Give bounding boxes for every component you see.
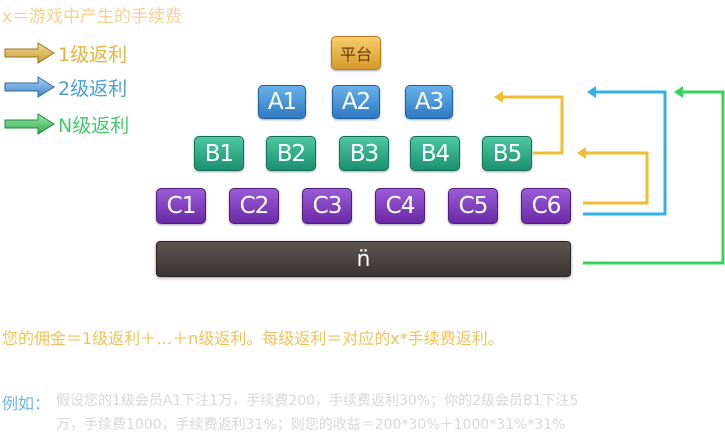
example-text-line1: 假设您的1级会员A1下注1万，手续费200，手续费返利30%；你的2级会员B1下… xyxy=(56,393,579,409)
rebate-connectors xyxy=(494,86,725,265)
commission-formula: 您的佣金＝1级返利＋…＋n级返利。每级返利＝对应的x*手续费返利。 xyxy=(2,329,504,348)
level-n-arrowhead xyxy=(674,86,683,98)
level-n-connector-n-a xyxy=(583,90,725,265)
level1-connector-c6-b xyxy=(583,151,649,205)
level2-arrowhead xyxy=(587,86,596,98)
level1-arrowhead xyxy=(577,147,586,159)
level1-connector-b5-a xyxy=(500,95,564,155)
level1-arrowhead xyxy=(494,91,503,103)
example-label: 例如： xyxy=(2,394,51,413)
example-text-line2: 万，手续费1000，手续费返利31%；则您的收益＝200*30%＋1000*31… xyxy=(56,417,566,433)
